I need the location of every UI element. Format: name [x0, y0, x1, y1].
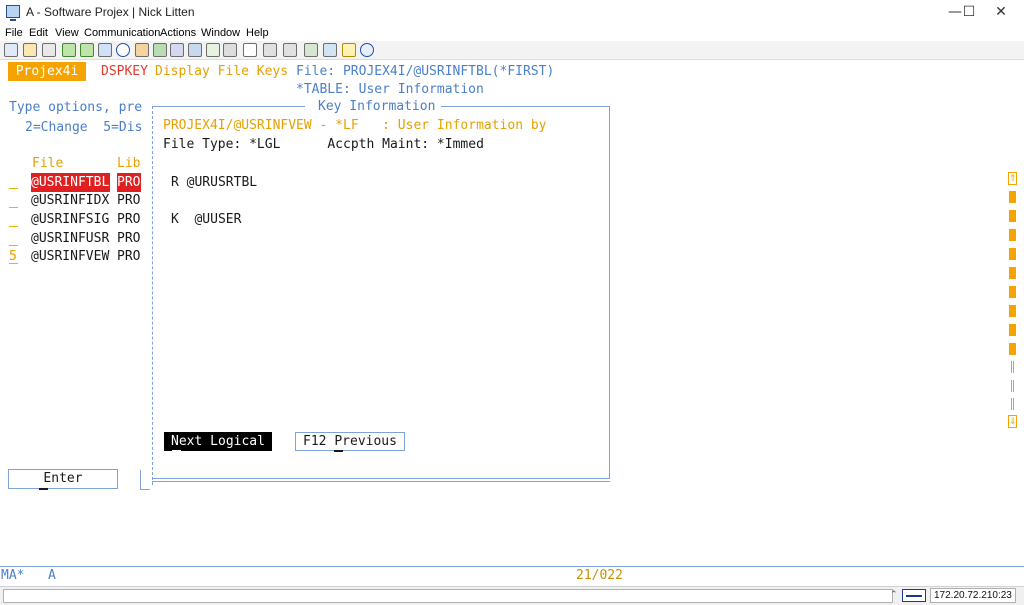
next-logical-button[interactable]: Next Logical [164, 432, 272, 451]
oia-mode: MA* [1, 568, 25, 583]
menu-edit[interactable]: Edit [29, 27, 48, 39]
copy-icon[interactable] [4, 43, 18, 57]
enter-cursor [39, 488, 48, 490]
key-field: K @UUSER [171, 212, 242, 227]
command-name: DSPKEY [101, 64, 148, 79]
close-button[interactable]: ✕ [978, 0, 1024, 24]
oia-session: A [48, 568, 56, 583]
popup-top-border-right [441, 106, 609, 107]
scroll-bar-segment [1009, 286, 1016, 298]
send-icon[interactable] [62, 43, 76, 57]
popup-left-border [152, 106, 153, 485]
play-icon[interactable] [153, 43, 167, 57]
toolbar [0, 41, 1024, 60]
scroll-bar-segment [1009, 267, 1016, 279]
window-title: A - Software Projex | Nick Litten [26, 5, 195, 19]
scroll-bar-segment [1009, 229, 1016, 241]
scroll-track [1011, 380, 1014, 392]
popup-right-border [609, 106, 610, 479]
scroll-bar-segment [1009, 305, 1016, 317]
menu-help[interactable]: Help [246, 27, 269, 39]
scroll-bar-segment [1009, 343, 1016, 355]
enter-button[interactable]: Enter [8, 469, 118, 489]
host-address: 172.20.72.210:23 [930, 588, 1016, 603]
app-terminal-icon [6, 5, 20, 21]
keyboard-icon[interactable] [243, 43, 257, 57]
header-title: Display File Keys [155, 64, 289, 79]
notes-icon[interactable] [342, 43, 356, 57]
list-item-file[interactable]: @USRINFTBL [31, 173, 110, 192]
list-item-lib: PRO [117, 173, 141, 192]
list-item-file[interactable]: @USRINFIDX [31, 191, 109, 210]
list-item-file[interactable]: @USRINFSIG [31, 210, 109, 229]
resize-chevron-icon[interactable]: ⌃ [890, 590, 898, 600]
popup-top-border-left [152, 106, 305, 107]
list-item-lib: PRO [117, 231, 141, 246]
popup-corner [140, 470, 150, 490]
list-item-file[interactable]: @USRINFVEW [31, 247, 109, 266]
status-message-field [3, 589, 893, 603]
menu-bar: File Edit View Communication Actions Win… [0, 24, 1024, 41]
help-icon[interactable] [360, 43, 374, 57]
scroll-bar-segment [1009, 191, 1016, 203]
stop-icon[interactable] [135, 43, 149, 57]
scroll-track [1011, 398, 1014, 410]
header-file: File: PROJEX4I/@USRINFTBL(*FIRST) [296, 64, 555, 79]
previous-cursor [334, 450, 343, 452]
connection-status-icon [902, 589, 926, 602]
disconnect-icon[interactable] [283, 43, 297, 57]
type-options-label: Type options, pre [9, 100, 143, 115]
print-icon[interactable] [42, 43, 56, 57]
settings-icon[interactable] [223, 43, 237, 57]
popup-file-type: File Type: *LGL Accpth Maint: *Immed [163, 137, 484, 152]
session-icon[interactable] [263, 43, 277, 57]
option-field-underline [9, 188, 18, 189]
menu-communication[interactable]: Communication [84, 27, 160, 39]
projex4i-badge: Projex4i [8, 62, 86, 81]
title-bar: A - Software Projex | Nick Litten — ☐ ✕ [0, 0, 1024, 24]
cursor-position: 21/022 [576, 568, 623, 583]
scroll-bar-segment [1009, 210, 1016, 222]
popup-title: Key Information [318, 99, 436, 114]
menu-file[interactable]: File [5, 27, 23, 39]
column-file: File [32, 156, 64, 171]
column-lib: Lib [117, 156, 141, 171]
popup-bottom-border-outer [152, 481, 610, 482]
scroll-down-icon[interactable]: ⇓ [1008, 415, 1017, 428]
option-field-underline [9, 226, 18, 227]
color-icon[interactable] [206, 43, 220, 57]
connect-icon[interactable] [304, 43, 318, 57]
scroll-track [1011, 361, 1014, 373]
option-field-underline [9, 245, 18, 246]
list-item-lib: PRO [117, 212, 141, 227]
record-icon[interactable] [116, 43, 130, 57]
record-format: R @URUSRTBL [171, 175, 258, 190]
operator-info-area [0, 566, 1024, 586]
f12-previous-button[interactable]: F12 Previous [295, 432, 405, 451]
list-item-lib: PRO [117, 249, 141, 264]
options-legend: 2=Change 5=Dis [25, 120, 143, 135]
key-information-popup [149, 104, 612, 485]
menu-window[interactable]: Window [201, 27, 240, 39]
menu-actions[interactable]: Actions [160, 27, 196, 39]
macro-icon[interactable] [98, 43, 112, 57]
scroll-bar-segment [1009, 248, 1016, 260]
keypad-icon[interactable] [170, 43, 184, 57]
receive-icon[interactable] [80, 43, 94, 57]
paste-icon[interactable] [23, 43, 37, 57]
menu-view[interactable]: View [55, 27, 79, 39]
next-logical-cursor [172, 450, 181, 452]
list-item-lib: PRO [117, 193, 141, 208]
list-item-file[interactable]: @USRINFUSR [31, 229, 109, 248]
display-icon[interactable] [188, 43, 202, 57]
popup-bottom-border [152, 478, 610, 479]
option-field-underline [9, 263, 18, 264]
upload-icon[interactable] [323, 43, 337, 57]
option-field-underline [9, 207, 18, 208]
scroll-up-icon[interactable]: ⇑ [1008, 172, 1017, 185]
scroll-bar-segment [1009, 324, 1016, 336]
popup-file-line: PROJEX4I/@USRINFVEW - *LF : User Informa… [163, 118, 547, 133]
